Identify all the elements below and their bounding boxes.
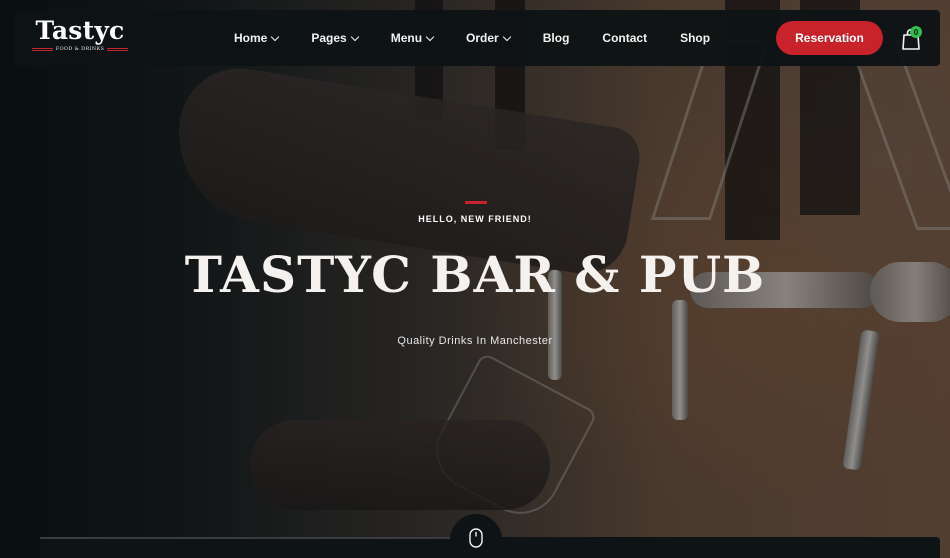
nav-item-home[interactable]: Home xyxy=(234,31,280,45)
accent-divider xyxy=(465,201,487,204)
logo-divider xyxy=(107,47,128,51)
chevron-down-icon xyxy=(271,32,280,41)
nav-menu: Home Pages Menu Order Blog Contact Shop xyxy=(234,10,743,66)
mouse-scroll-icon[interactable] xyxy=(469,528,483,548)
logo-name: Tastyc xyxy=(35,16,125,45)
nav-item-shop[interactable]: Shop xyxy=(680,31,710,45)
nav-item-label: Shop xyxy=(680,31,711,45)
reservation-button[interactable]: Reservation xyxy=(776,21,883,55)
nav-item-contact[interactable]: Contact xyxy=(602,31,647,45)
logo-divider xyxy=(32,47,53,51)
cart-count-badge: 0 xyxy=(910,26,922,38)
logo-tagline: FOOD & DRINKS xyxy=(32,46,128,52)
nav-item-order[interactable]: Order xyxy=(466,31,511,45)
main-navbar: Tastyc FOOD & DRINKS Home Pages Menu Ord… xyxy=(14,10,940,66)
hero-subline: Quality Drinks In Manchester xyxy=(397,335,553,347)
hero-headline: TASTYC BAR & PUB xyxy=(184,245,766,304)
chevron-down-icon xyxy=(425,32,435,41)
nav-item-blog[interactable]: Blog xyxy=(543,31,570,45)
nav-item-label: Order xyxy=(466,31,499,45)
nav-item-label: Home xyxy=(234,31,268,45)
nav-item-label: Contact xyxy=(602,31,648,45)
hero-eyebrow: HELLO, NEW FRIEND! xyxy=(418,214,532,224)
nav-item-label: Menu xyxy=(390,31,423,45)
nav-item-label: Pages xyxy=(311,31,347,45)
nav-item-pages[interactable]: Pages xyxy=(311,31,359,45)
logo-tagline-text: FOOD & DRINKS xyxy=(55,46,105,52)
chevron-down-icon xyxy=(350,32,359,41)
nav-item-menu[interactable]: Menu xyxy=(390,31,435,45)
progress-line xyxy=(40,537,450,539)
chevron-down-icon xyxy=(502,32,511,41)
site-logo[interactable]: Tastyc FOOD & DRINKS xyxy=(32,17,128,52)
nav-item-label: Blog xyxy=(542,31,570,45)
